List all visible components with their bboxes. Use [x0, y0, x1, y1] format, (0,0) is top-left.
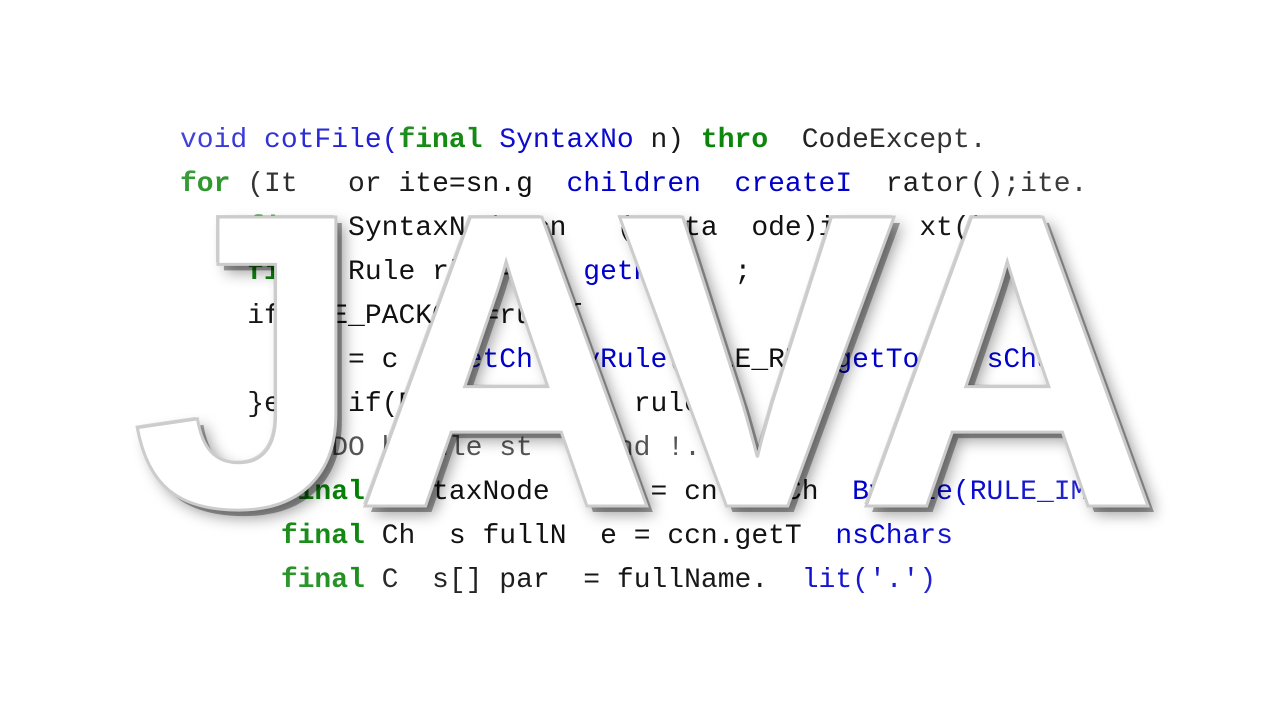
- main-container: void cotFile(final SyntaxNo n) thro Code…: [0, 0, 1280, 723]
- java-title: JAVA: [131, 152, 1149, 572]
